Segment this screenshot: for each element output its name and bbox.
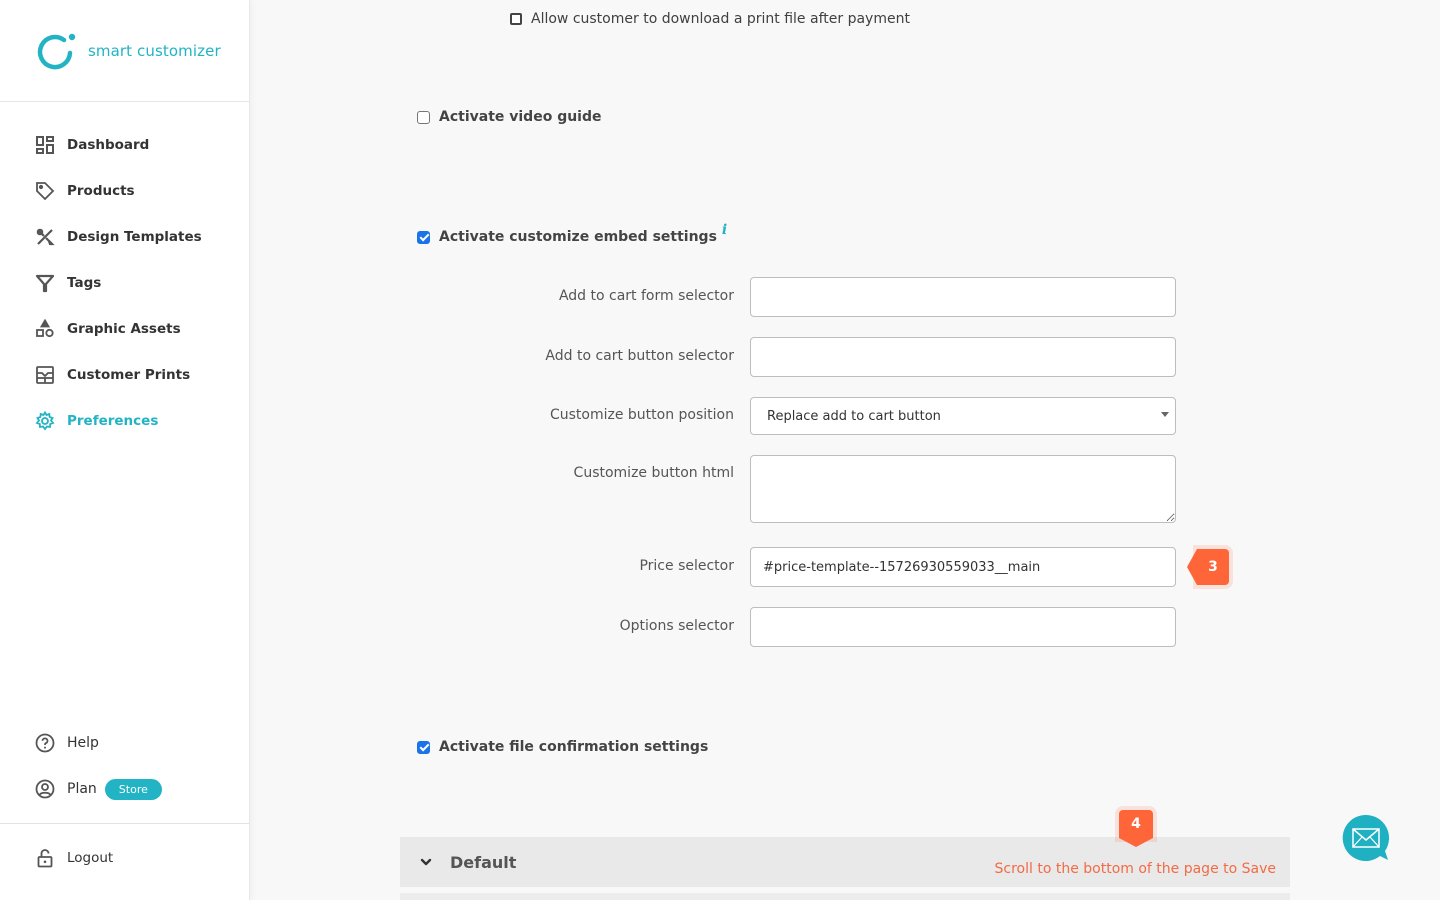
file-confirmation-checkbox[interactable] [417, 740, 430, 754]
price-selector-label: Price selector [639, 558, 734, 574]
sidebar-item-label: Tags [67, 275, 102, 291]
help-circle-icon [34, 732, 56, 754]
filter-icon [34, 272, 56, 294]
caret-down-icon [1161, 412, 1169, 417]
accordion-title: Default [450, 852, 517, 872]
logo[interactable]: smart customizer [0, 0, 249, 102]
logout-container: Logout [0, 835, 249, 881]
allow-download-checkbox[interactable] [510, 13, 522, 25]
logo-mark-icon [37, 33, 76, 69]
sidebar-item-label: Dashboard [67, 137, 150, 153]
button-position-value: Replace add to cart button [767, 408, 941, 424]
sidebar-item-design-templates[interactable]: Design Templates [0, 214, 249, 260]
sidebar-nav: Dashboard Products Design Templates Tags… [0, 102, 249, 444]
options-selector-input[interactable] [750, 607, 1176, 647]
button-html-textarea[interactable] [750, 455, 1176, 523]
video-guide-option[interactable]: Activate video guide [417, 109, 602, 125]
sidebar-bottom-nav: Help Plan Store [0, 720, 249, 812]
options-selector-label: Options selector [619, 618, 734, 634]
preferences-main: Allow customer to download a print file … [251, 0, 1440, 900]
sidebar-item-dashboard[interactable]: Dashboard [0, 122, 249, 168]
sidebar-item-label: Help [67, 735, 99, 751]
sidebar-item-tags[interactable]: Tags [0, 260, 249, 306]
add-to-cart-button-label: Add to cart button selector [545, 348, 734, 364]
next-accordion-header[interactable] [400, 893, 1290, 900]
add-to-cart-form-input[interactable] [750, 277, 1176, 317]
design-tools-icon [34, 226, 56, 248]
sidebar-item-label: Design Templates [67, 229, 202, 245]
button-position-label: Customize button position [549, 407, 734, 423]
button-html-label: Customize button html [573, 465, 734, 481]
file-confirmation-label: Activate file confirmation settings [439, 739, 709, 755]
embed-settings-checkbox[interactable] [417, 230, 430, 244]
file-confirmation-option[interactable]: Activate file confirmation settings [417, 739, 708, 755]
sidebar-item-customer-prints[interactable]: Customer Prints [0, 352, 249, 398]
sidebar-item-graphic-assets[interactable]: Graphic Assets [0, 306, 249, 352]
gear-icon [34, 410, 56, 432]
lock-icon [34, 847, 56, 869]
embed-settings-option[interactable]: Activate customize embed settings i [417, 222, 727, 245]
save-hint: Scroll to the bottom of the page to Save [994, 861, 1277, 877]
user-circle-icon [34, 778, 56, 800]
button-position-select[interactable]: Replace add to cart button [750, 397, 1176, 435]
sidebar-item-label: Logout [67, 850, 114, 866]
sidebar-item-label: Preferences [67, 413, 159, 429]
sidebar-item-help[interactable]: Help [0, 720, 249, 766]
mail-chat-icon [1342, 814, 1390, 861]
sidebar-item-label: Plan [67, 781, 97, 797]
sidebar-item-logout[interactable]: Logout [0, 835, 249, 881]
allow-download-option[interactable]: Allow customer to download a print file … [510, 11, 910, 27]
plan-badge: Store [104, 778, 162, 800]
dashboard-icon [34, 134, 56, 156]
video-guide-label: Activate video guide [439, 109, 602, 125]
video-guide-checkbox[interactable] [417, 110, 430, 124]
add-to-cart-button-input[interactable] [750, 337, 1176, 377]
price-selector-input[interactable] [750, 547, 1176, 587]
prints-icon [34, 364, 56, 386]
sidebar-item-preferences[interactable]: Preferences [0, 398, 249, 444]
allow-download-label: Allow customer to download a print file … [531, 11, 910, 27]
add-to-cart-form-label: Add to cart form selector [558, 288, 734, 304]
brand-name: smart customizer [88, 41, 221, 60]
sidebar-item-label: Graphic Assets [67, 321, 181, 337]
sidebar-item-products[interactable]: Products [0, 168, 249, 214]
default-accordion-header[interactable]: Default Scroll to the bottom of the page… [400, 837, 1290, 887]
tag-icon [34, 180, 56, 202]
sidebar-item-label: Customer Prints [67, 367, 191, 383]
embed-settings-label: Activate customize embed settings [439, 229, 717, 245]
chat-support-button[interactable] [1342, 814, 1390, 862]
step-marker-4: 4 [1119, 810, 1153, 847]
info-icon[interactable]: i [722, 222, 727, 238]
sidebar-item-plan[interactable]: Plan Store [0, 766, 249, 812]
chevron-down-icon [418, 854, 434, 870]
step-marker-3: 3 [1187, 549, 1229, 585]
shapes-icon [34, 318, 56, 340]
sidebar: smart customizer Dashboard Products Desi… [0, 0, 250, 900]
sidebar-item-label: Products [67, 183, 135, 199]
sidebar-divider [0, 823, 249, 824]
